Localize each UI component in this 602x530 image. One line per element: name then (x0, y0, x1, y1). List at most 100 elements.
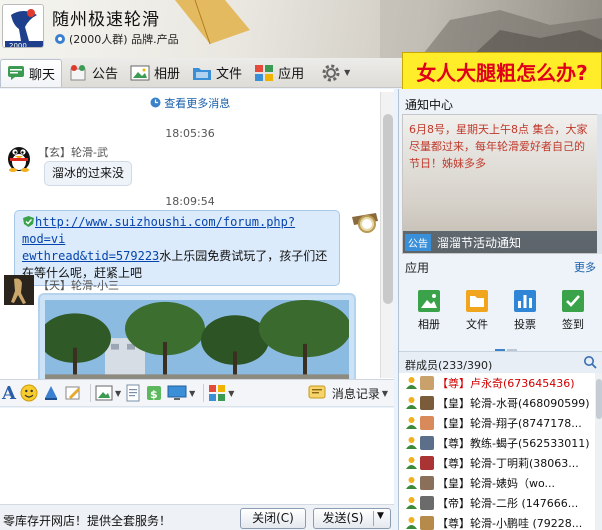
member-row[interactable]: 【皇】 轮滑-水哥(468090599) (399, 393, 595, 413)
member-name: 轮滑-二彤 (147666... (470, 497, 579, 510)
screenshot-button[interactable]: ▼ (167, 382, 195, 404)
watch-avatar[interactable] (350, 209, 380, 239)
notice-bar[interactable]: 公告 溜溜节活动通知 (403, 231, 597, 253)
app-vote-label: 投票 (514, 318, 536, 331)
member-avatar (420, 436, 434, 450)
member-status-icon (406, 397, 417, 409)
tab-announcement[interactable]: 公告 (62, 59, 124, 87)
chevron-down-icon: ▼ (114, 388, 122, 398)
notice-card[interactable]: 6月8号，星期天上午8点 集合，大家尽量都过来，每年轮滑爱好者自己的节日！姊妹多… (402, 114, 598, 254)
handwriting-button[interactable] (64, 382, 82, 404)
input-toolbar: A ▼ $ ▼ ▼ 消息记录 ▼ (0, 379, 394, 407)
document-button[interactable] (125, 382, 141, 404)
smiley-icon (20, 384, 38, 402)
message-image[interactable] (38, 293, 356, 379)
app-album-label: 相册 (418, 318, 440, 331)
notice-tag: 公告 (405, 233, 431, 251)
member-row[interactable]: 【尊】 卢永奇(673645436) (399, 373, 595, 393)
ad-banner-text: 女人大腿粗怎么办? (416, 60, 588, 85)
tab-chat[interactable]: 聊天 (0, 58, 63, 87)
document-icon (126, 384, 140, 402)
members-list: 【尊】 卢永奇(673645436) 【皇】 轮滑-水哥(468090599) 【皇】轮… (399, 373, 595, 530)
chat-scrollbar-thumb[interactable] (383, 114, 393, 304)
penguin-avatar[interactable] (4, 142, 34, 172)
close-button[interactable]: 关闭(C) (240, 508, 306, 529)
font-button[interactable]: A (2, 382, 16, 404)
ad-banner[interactable]: 女人大腿粗怎么办? (402, 52, 602, 90)
notice-link[interactable]: 溜溜节活动通知 (437, 234, 521, 251)
search-icon[interactable] (583, 355, 597, 369)
image-button[interactable]: ▼ (95, 382, 121, 404)
tab-album[interactable]: 相册 (124, 59, 186, 87)
apps-icon (255, 64, 274, 81)
tab-apps[interactable]: 应用 (248, 59, 310, 87)
member-avatar (420, 496, 434, 510)
message-sender: 【玄】轮滑-武 (38, 146, 108, 159)
member-role-badge: 【皇】 (437, 397, 470, 410)
member-row[interactable]: 【皇】 轮滑-婊妈（wo... (399, 473, 595, 493)
tab-apps-label: 应用 (278, 67, 305, 82)
member-row[interactable]: 【尊】 轮滑-小鹏哇 (79228... (399, 513, 595, 530)
member-role-badge: 【尊】 (437, 437, 470, 450)
apps-section-title: 应用 (405, 261, 430, 275)
clock-icon (150, 97, 161, 108)
member-status-icon (406, 497, 417, 509)
send-button[interactable]: 发送(S) ▼ (313, 508, 391, 529)
member-name: 轮滑-丁明莉(38063... (470, 457, 579, 470)
member-role-badge: 【帝】 (437, 497, 470, 510)
shake-button[interactable] (42, 382, 60, 404)
member-row[interactable]: 【皇】 轮滑-翔子(8747178... (399, 413, 595, 433)
footer-ad-link[interactable]: 零库存开网店！提供全套服务！ (3, 512, 171, 529)
tab-album-label: 相册 (154, 67, 181, 82)
member-avatar (420, 416, 434, 430)
apps-more-link[interactable]: 更多 (574, 259, 596, 275)
members-scrollbar[interactable] (595, 373, 602, 530)
file-app-icon (466, 290, 488, 312)
rock-decoration (380, 0, 602, 58)
group-logo[interactable]: 2000 (2, 4, 44, 48)
member-avatar (420, 376, 434, 390)
message-bubble: 溜冰的过来没 (44, 161, 133, 186)
member-row[interactable]: 【尊】 教练-蝎子(562533011) (399, 433, 595, 453)
member-avatar (420, 476, 434, 490)
member-name: 教练-蝎子(562533011) (470, 437, 590, 450)
svg-text:2000: 2000 (9, 42, 27, 48)
vote-app-icon (514, 290, 536, 312)
chevron-down-icon: ▼ (344, 68, 351, 77)
message-link[interactable]: http://www.suizhoushi.com/forum.php?mod=… (22, 215, 295, 246)
message-link-continued[interactable]: ewthread&tid=579223 (22, 249, 159, 263)
skater-avatar[interactable] (4, 275, 34, 305)
notice-scrollbar[interactable] (597, 114, 602, 254)
message-text: 水上乐园免费试玩了，孩子们还 (159, 249, 328, 263)
member-row[interactable]: 【帝】 轮滑-二彤 (147666... (399, 493, 595, 513)
folder-icon (193, 67, 212, 80)
member-status-icon (406, 477, 417, 489)
gift-button[interactable]: $ (145, 382, 163, 404)
member-row[interactable]: 【尊】 轮滑-丁明莉(38063... (399, 453, 595, 473)
chat-scrollbar[interactable] (380, 92, 394, 378)
app-files[interactable]: 文件 (457, 289, 497, 335)
apps-button[interactable]: ▼ (208, 382, 234, 404)
tab-files[interactable]: 文件 (186, 59, 248, 87)
group-name: 随州极速轮滑 (52, 10, 160, 30)
app-album[interactable]: 相册 (409, 289, 449, 335)
member-role-badge: 【皇】 (437, 417, 470, 430)
app-vote[interactable]: 投票 (505, 289, 545, 335)
app-checkin[interactable]: 签到 (553, 289, 593, 335)
member-status-icon (406, 517, 417, 529)
album-icon (130, 65, 150, 80)
message-history-button[interactable]: 消息记录 ▼ (308, 382, 388, 404)
send-options-chevron-icon[interactable]: ▼ (377, 511, 384, 521)
font-icon: A (2, 382, 16, 404)
settings-button[interactable]: ▼ (318, 62, 352, 84)
message-input[interactable] (0, 408, 394, 504)
svg-text:$: $ (150, 388, 158, 401)
members-scrollbar-thumb[interactable] (596, 379, 602, 419)
emoji-button[interactable] (20, 382, 38, 404)
history-icon (308, 385, 326, 399)
members-header: 群成员(233/390) (399, 351, 602, 373)
view-more-messages-link[interactable]: 查看更多消息 (0, 95, 380, 111)
apps-pager[interactable] (495, 340, 519, 351)
member-role-badge: 【尊】 (437, 517, 470, 530)
chevron-down-icon: ▼ (381, 388, 388, 398)
